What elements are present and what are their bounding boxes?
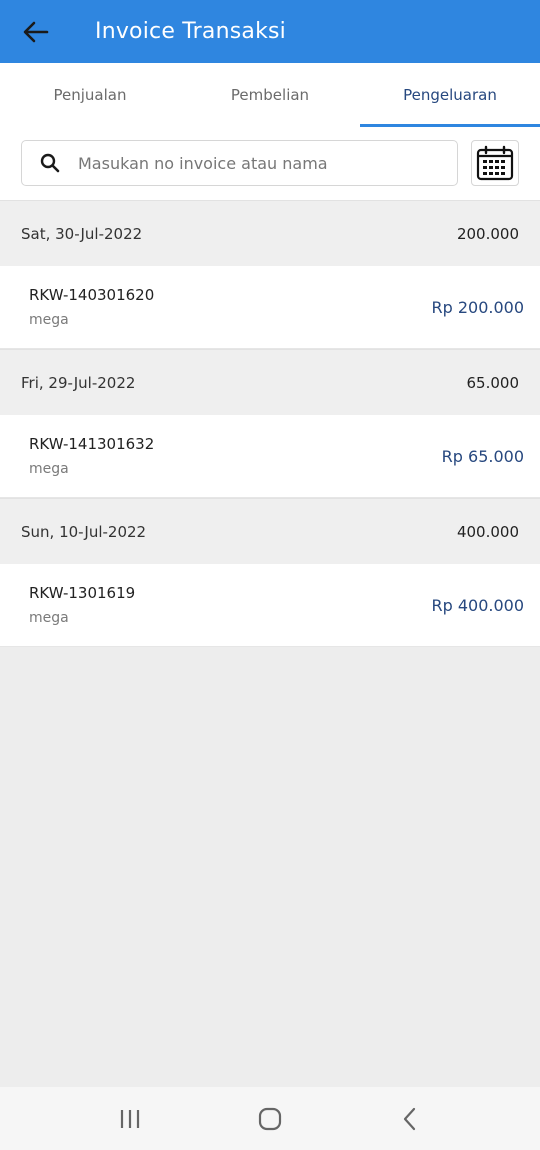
date-header: Fri, 29-Jul-2022 65.000 [0, 349, 540, 415]
date-header: Sun, 10-Jul-2022 400.000 [0, 498, 540, 564]
system-nav-bar [0, 1087, 540, 1150]
search-input[interactable] [78, 153, 438, 173]
tab-pembelian[interactable]: Pembelian [180, 63, 360, 127]
search-icon [22, 153, 78, 173]
back-button[interactable] [0, 0, 74, 63]
system-back-button[interactable] [380, 1094, 440, 1144]
date-total: 400.000 [456, 522, 519, 541]
app-bar: Invoice Transaksi [0, 0, 540, 63]
tab-pengeluaran[interactable]: Pengeluaran [360, 63, 540, 127]
search-box[interactable] [21, 140, 458, 186]
invoice-row[interactable]: RKW-140301620 mega Rp 200.000 [0, 266, 540, 349]
calendar-icon [476, 145, 514, 181]
invoice-number: RKW-140301620 [29, 286, 155, 304]
invoice-row[interactable]: RKW-141301632 mega Rp 65.000 [0, 415, 540, 498]
invoice-name: mega [29, 461, 69, 477]
invoice-amount: Rp 200.000 [431, 297, 524, 317]
date-header: Sat, 30-Jul-2022 200.000 [0, 200, 540, 266]
calendar-button[interactable] [471, 140, 519, 186]
page-title: Invoice Transaksi [95, 19, 286, 44]
date-total: 65.000 [466, 373, 520, 392]
tab-penjualan[interactable]: Penjualan [0, 63, 180, 127]
invoice-row[interactable]: RKW-1301619 mega Rp 400.000 [0, 564, 540, 647]
invoice-number: RKW-1301619 [29, 584, 136, 602]
home-button[interactable] [240, 1094, 300, 1144]
date-total: 200.000 [456, 224, 519, 243]
invoice-number: RKW-141301632 [29, 435, 155, 453]
date-label: Sat, 30-Jul-2022 [21, 224, 143, 243]
date-label: Fri, 29-Jul-2022 [21, 373, 136, 392]
invoice-list: Sat, 30-Jul-2022 200.000 RKW-140301620 m… [0, 200, 540, 647]
date-label: Sun, 10-Jul-2022 [21, 522, 147, 541]
tab-bar: Penjualan Pembelian Pengeluaran [0, 63, 540, 127]
home-icon [258, 1107, 282, 1130]
arrow-left-icon [23, 21, 49, 42]
recent-apps-button[interactable] [100, 1094, 160, 1144]
chevron-left-icon [403, 1107, 416, 1130]
invoice-amount: Rp 400.000 [431, 595, 524, 615]
invoice-name: mega [29, 312, 69, 328]
invoice-name: mega [29, 610, 69, 626]
invoice-amount: Rp 65.000 [441, 446, 524, 466]
search-area [0, 127, 540, 200]
recent-apps-icon [120, 1109, 140, 1128]
